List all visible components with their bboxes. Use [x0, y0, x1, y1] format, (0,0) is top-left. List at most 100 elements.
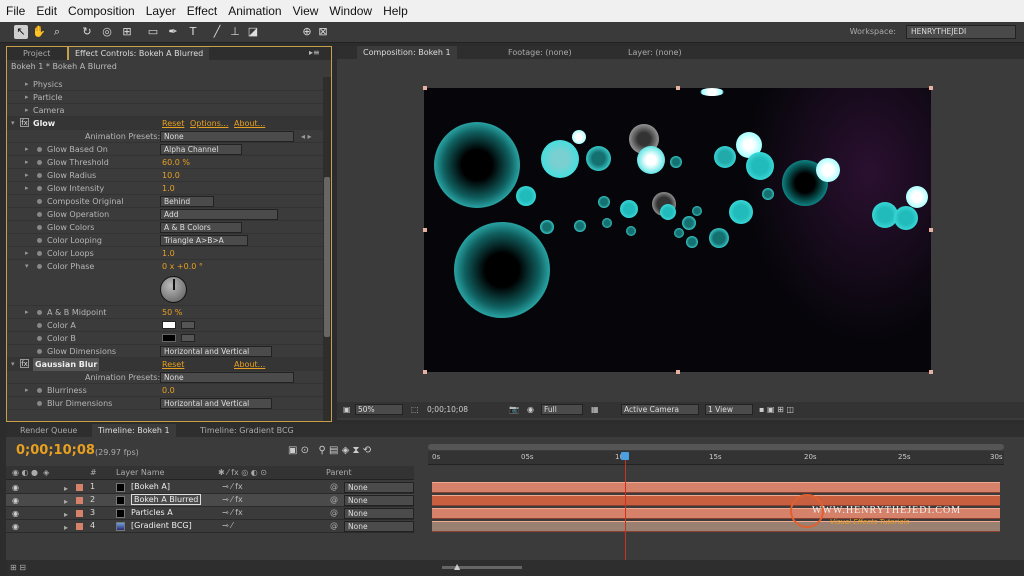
resolution-select[interactable]: Full [541, 404, 583, 415]
tab-footage[interactable]: Footage: (none) [502, 46, 578, 59]
color-a-swatch[interactable] [162, 321, 176, 329]
stopwatch-icon[interactable] [37, 173, 42, 178]
expand-arrow-icon[interactable]: ▸ [25, 104, 29, 117]
axis-mode-icon[interactable]: ⊠ [316, 25, 330, 39]
expand-arrow-icon[interactable]: ▸ [64, 510, 68, 519]
layer-name[interactable]: [Gradient BCG] [131, 521, 192, 530]
transform-handle[interactable] [929, 370, 933, 374]
label-color[interactable] [76, 497, 83, 504]
zoom-select[interactable]: 50% [355, 404, 403, 415]
type-tool-icon[interactable]: T [186, 25, 200, 39]
zoom-slider-thumb[interactable]: ▲ [454, 562, 460, 571]
rectangle-tool-icon[interactable]: ▭ [146, 25, 160, 39]
menu-window[interactable]: Window [329, 4, 372, 18]
expand-arrow-icon[interactable]: ▸ [64, 484, 68, 493]
eyedropper-icon[interactable] [181, 321, 195, 329]
column-layer-name[interactable]: Layer Name [116, 468, 164, 477]
stopwatch-icon[interactable] [37, 199, 42, 204]
expand-arrow-icon[interactable]: ▸ [64, 497, 68, 506]
expand-arrow-icon[interactable]: ▸ [25, 91, 29, 104]
group-physics[interactable]: Physics [33, 78, 63, 91]
menu-effect[interactable]: Effect [187, 4, 217, 18]
region-icon[interactable]: ⬚ [411, 405, 419, 414]
tab-timeline-bokeh[interactable]: Timeline: Bokeh 1 [92, 424, 176, 437]
menu-animation[interactable]: Animation [228, 4, 281, 18]
rotate-tool-icon[interactable]: ↻ [80, 25, 94, 39]
collapse-arrow-icon[interactable]: ▾ [11, 117, 15, 130]
pickwhip-icon[interactable]: @ [330, 521, 338, 530]
stopwatch-icon[interactable] [37, 225, 42, 230]
stopwatch-icon[interactable] [37, 264, 42, 269]
work-area-bar[interactable] [428, 444, 1004, 450]
phase-dial[interactable] [160, 276, 187, 303]
view-options-icon[interactable]: ▪ ▣ ⊞ ◫ [759, 405, 794, 414]
menu-file[interactable]: File [6, 4, 25, 18]
eye-icon[interactable]: ◉ [12, 509, 19, 518]
transparency-icon[interactable]: ▦ [591, 405, 599, 414]
expand-arrow-icon[interactable]: ▸ [25, 78, 29, 91]
blur-reset-link[interactable]: Reset [162, 358, 184, 371]
collapse-arrow-icon[interactable]: ▾ [11, 358, 15, 371]
monitor-icon[interactable]: ▣ [343, 405, 351, 414]
stopwatch-icon[interactable] [37, 238, 42, 243]
stopwatch-icon[interactable] [37, 349, 42, 354]
layer-name[interactable]: Bokeh A Blurred [131, 494, 202, 505]
eye-icon[interactable]: ◉ [12, 483, 19, 492]
eye-icon[interactable]: ◉ [12, 522, 19, 531]
parent-select[interactable]: None [344, 495, 414, 506]
glow-about-link[interactable]: About... [234, 117, 265, 130]
zoom-tool-icon[interactable]: ⌕ [50, 25, 64, 39]
snap-icon[interactable]: ⊕ [300, 25, 314, 39]
transform-handle[interactable] [423, 370, 427, 374]
tab-timeline-gradient[interactable]: Timeline: Gradient BCG [194, 424, 300, 437]
parent-select[interactable]: None [344, 482, 414, 493]
color-b-swatch[interactable] [162, 334, 176, 342]
threshold-value[interactable]: 60.0 % [162, 156, 190, 169]
intensity-value[interactable]: 1.0 [162, 182, 175, 195]
transform-handle[interactable] [423, 228, 427, 232]
layer-row[interactable]: ◉ ▸ 1 [Bokeh A] ⊸ ⁄ fx @ None [6, 481, 414, 494]
blur-dimensions-select[interactable]: Horizontal and Vertical [160, 398, 272, 409]
stopwatch-icon[interactable] [37, 160, 42, 165]
pickwhip-icon[interactable]: @ [330, 508, 338, 517]
selection-tool-icon[interactable]: ↖ [14, 25, 28, 39]
panel-menu-icon[interactable]: ▸≡ [309, 48, 320, 57]
tab-effect-controls[interactable]: Effect Controls: Bokeh A Blurred [67, 47, 210, 60]
tab-project[interactable]: Project [17, 47, 56, 60]
colors-select[interactable]: A & B Colors [160, 222, 242, 233]
menu-help[interactable]: Help [383, 4, 408, 18]
current-timecode[interactable]: 0;00;10;08 [16, 443, 95, 458]
parent-select[interactable]: None [344, 508, 414, 519]
glow-dimensions-select[interactable]: Horizontal and Vertical [160, 346, 272, 357]
layer-row[interactable]: ◉ ▸ 4 [Gradient BCG] ⊸ ⁄ @ None [6, 520, 414, 533]
timeline-tools-icons[interactable]: ▣ ⊙ ⚲ ▤ ◈ ⧗ ⟲ [288, 445, 371, 456]
workspace-select[interactable]: HENRYTHEJEDI [906, 25, 1016, 39]
snapshot-icon[interactable]: 📷 [509, 405, 519, 414]
channel-icon[interactable]: ◉ [527, 405, 534, 414]
stopwatch-icon[interactable] [37, 310, 42, 315]
stopwatch-icon[interactable] [37, 147, 42, 152]
layer-row[interactable]: ◉ ▸ 2 Bokeh A Blurred ⊸ ⁄ fx @ None [6, 494, 414, 507]
menu-edit[interactable]: Edit [36, 4, 57, 18]
hand-tool-icon[interactable]: ✋ [32, 25, 46, 39]
tab-composition[interactable]: Composition: Bokeh 1 [357, 46, 457, 59]
fx-scrollbar-thumb[interactable] [324, 177, 330, 337]
loops-value[interactable]: 1.0 [162, 247, 175, 260]
layer-switches[interactable]: ⊸ ⁄ fx [222, 482, 243, 491]
group-camera[interactable]: Camera [33, 104, 64, 117]
stopwatch-icon[interactable] [37, 186, 42, 191]
midpoint-value[interactable]: 50 % [162, 306, 182, 319]
glow-reset-link[interactable]: Reset [162, 117, 184, 130]
layer-switches[interactable]: ⊸ ⁄ [222, 521, 233, 530]
layer-name[interactable]: Particles A [131, 508, 173, 517]
phase-value[interactable]: 0 x +0.0 ° [162, 260, 203, 273]
looping-select[interactable]: Triangle A>B>A [160, 235, 248, 246]
stopwatch-icon[interactable] [37, 212, 42, 217]
blur-presets-select[interactable]: None [160, 372, 294, 383]
parent-select[interactable]: None [344, 521, 414, 532]
layer-duration-bar[interactable] [432, 482, 1000, 493]
playhead-handle[interactable] [621, 452, 629, 460]
transform-handle[interactable] [929, 228, 933, 232]
brush-tool-icon[interactable]: ╱ [210, 25, 224, 39]
eraser-tool-icon[interactable]: ◪ [246, 25, 260, 39]
